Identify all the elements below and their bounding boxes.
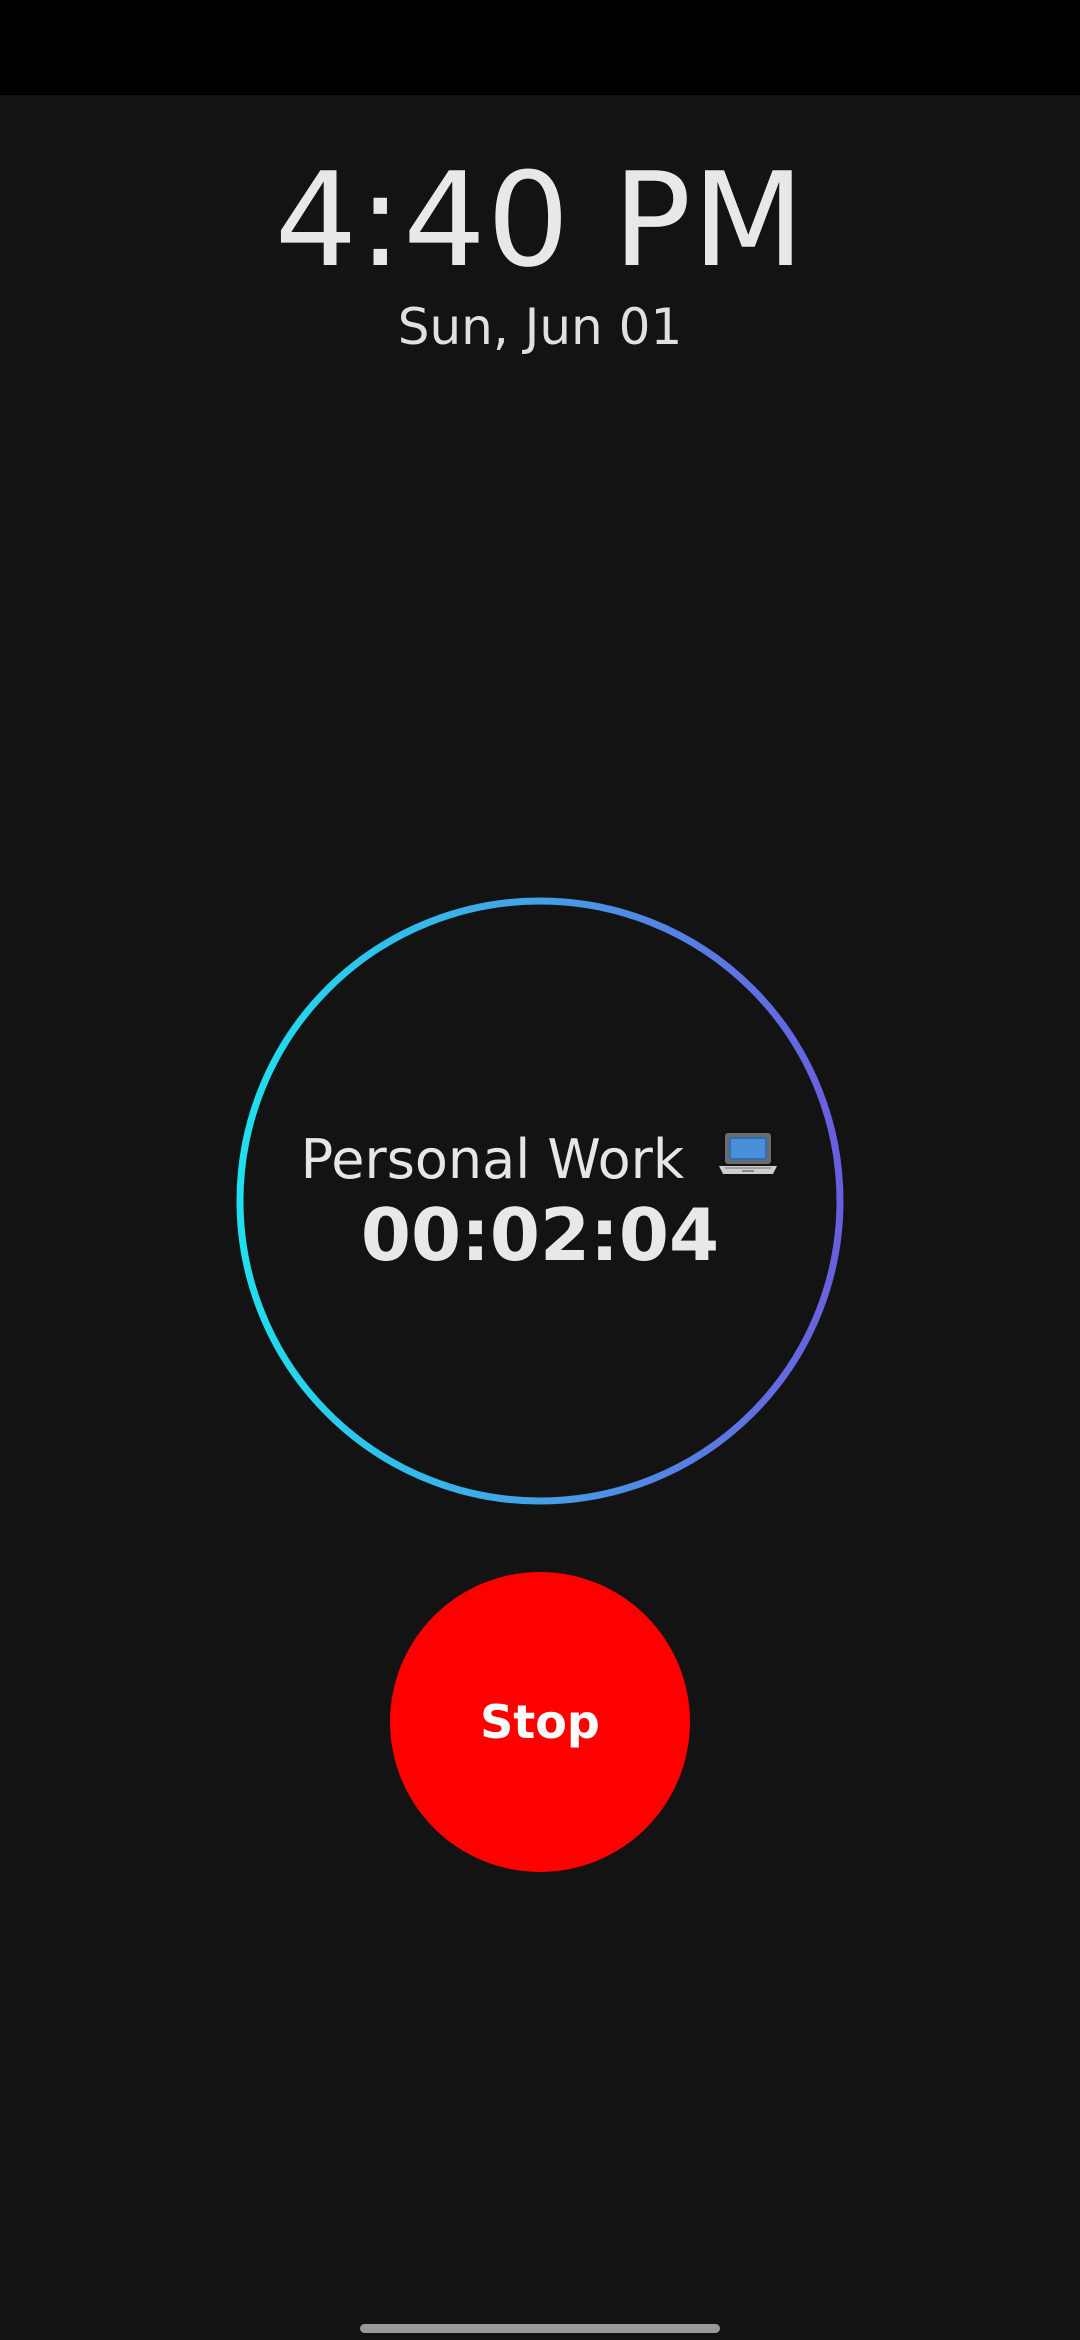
- laptop-icon: [717, 1123, 779, 1193]
- stop-button[interactable]: Stop: [390, 1572, 690, 1872]
- home-indicator[interactable]: [360, 2324, 720, 2333]
- clock-time: 4:40 PM: [274, 144, 806, 296]
- clock-date: Sun, Jun 01: [397, 298, 683, 356]
- timer-activity: Personal Work: [0, 1125, 1080, 1195]
- status-bar: [0, 0, 1080, 95]
- elapsed-time: 00:02:04: [360, 1193, 720, 1277]
- timer-activity-label: Personal Work: [300, 1128, 685, 1191]
